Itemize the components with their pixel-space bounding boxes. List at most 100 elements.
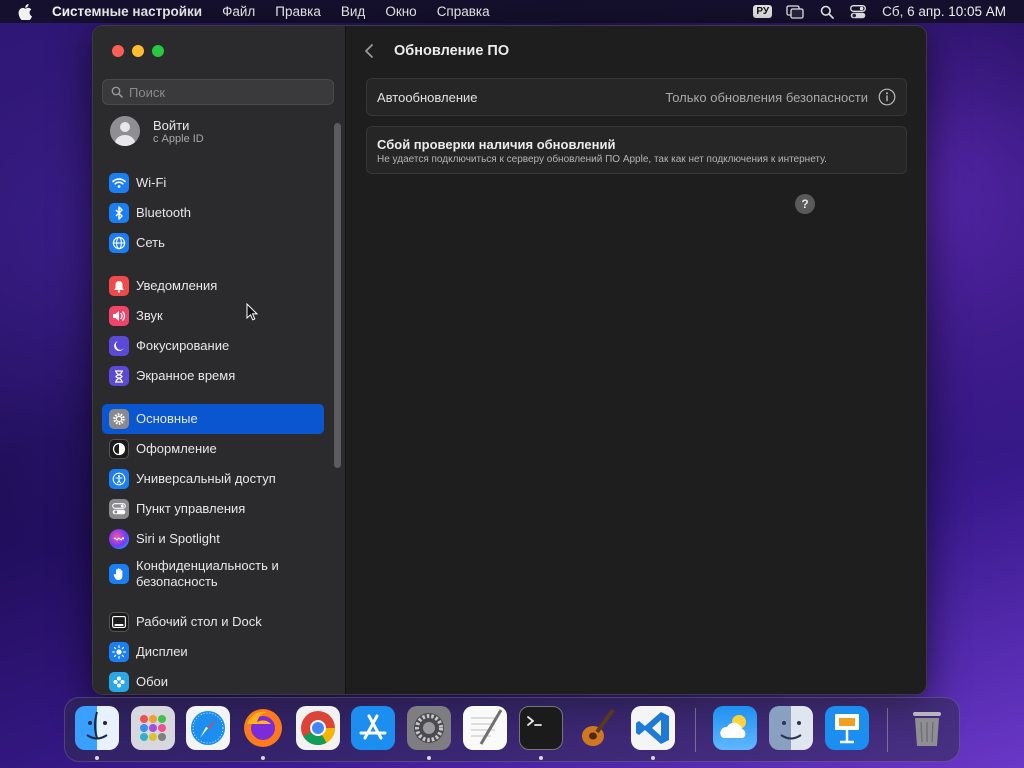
sidebar-item-label: Дисплеи xyxy=(136,644,188,659)
terminal-icon[interactable] xyxy=(519,706,563,750)
search-icon xyxy=(111,86,123,98)
menu-help[interactable]: Справка xyxy=(437,4,490,19)
garageband-icon[interactable] xyxy=(575,706,619,750)
sidebar-item-network[interactable]: Сеть xyxy=(102,228,324,258)
finder-alt-icon[interactable] xyxy=(769,706,813,750)
account-subtitle: с Apple ID xyxy=(153,132,204,145)
avatar xyxy=(110,116,140,146)
minimize-button[interactable] xyxy=(132,45,144,57)
sidebar-item-general[interactable]: Основные xyxy=(102,404,324,434)
back-chevron-icon[interactable] xyxy=(364,42,380,60)
auto-update-row: Автообновление Только обновления безопас… xyxy=(366,78,907,116)
vscode-icon[interactable] xyxy=(631,706,675,750)
sidebar-item-screen-time[interactable]: Экранное время xyxy=(102,361,324,391)
sidebar-item-wallpaper[interactable]: Обои xyxy=(102,667,324,694)
menu-edit[interactable]: Правка xyxy=(275,4,321,19)
sidebar-item-label: Рабочий стол и Dock xyxy=(136,614,262,629)
zoom-button[interactable] xyxy=(152,45,164,57)
sidebar-item-siri-spotlight[interactable]: Siri и Spotlight xyxy=(102,524,324,554)
siri-icon xyxy=(109,529,129,549)
running-indicator xyxy=(539,756,543,760)
help-button[interactable]: ? xyxy=(795,194,815,214)
hourglass-icon xyxy=(109,366,129,386)
sidebar-item-accessibility[interactable]: Универсальный доступ xyxy=(102,464,324,494)
launchpad-icon[interactable] xyxy=(131,706,175,750)
menu-clock[interactable]: Сб, 6 апр. 10:05 AM xyxy=(882,4,1006,19)
running-indicator xyxy=(95,756,99,760)
sidebar-item-label: Обои xyxy=(136,674,169,689)
sidebar-item-label: Основные xyxy=(136,411,198,426)
sidebar-item-label: Пункт управления xyxy=(136,501,246,516)
sidebar-item-label: Оформление xyxy=(136,441,217,456)
menu-window[interactable]: Окно xyxy=(385,4,416,19)
error-message: Не удается подключиться к серверу обновл… xyxy=(377,154,827,165)
keynote-icon[interactable] xyxy=(825,706,869,750)
menu-app-name[interactable]: Системные настройки xyxy=(52,4,202,19)
globe-icon xyxy=(109,233,129,253)
sidebar-item-label: Сеть xyxy=(136,235,165,250)
control-center-icon[interactable] xyxy=(850,4,867,19)
trash-icon[interactable] xyxy=(905,706,949,750)
sidebar-item-control-center[interactable]: Пункт управления xyxy=(102,494,324,524)
input-source-indicator[interactable]: РУ xyxy=(753,5,773,18)
error-title: Сбой проверки наличия обновлений xyxy=(377,137,616,152)
accessibility-icon xyxy=(109,469,129,489)
finder-icon[interactable] xyxy=(75,706,119,750)
sidebar-item-focus[interactable]: Фокусирование xyxy=(102,331,324,361)
screen-mirroring-icon[interactable] xyxy=(786,4,804,19)
speaker-icon xyxy=(109,306,129,326)
menu-view[interactable]: Вид xyxy=(341,4,365,19)
sidebar-item-privacy-security[interactable]: Конфиденциальность и безопасность xyxy=(102,554,324,594)
running-indicator xyxy=(261,756,265,760)
sidebar-item-desktop-dock[interactable]: Рабочий стол и Dock xyxy=(102,607,324,637)
firefox-icon[interactable] xyxy=(241,706,285,750)
appearance-icon xyxy=(109,439,129,459)
mouse-cursor-icon xyxy=(246,303,258,321)
wallpaper-icon xyxy=(109,672,129,692)
safari-icon[interactable] xyxy=(186,706,230,750)
weather-icon[interactable] xyxy=(713,706,757,750)
sidebar-item-bluetooth[interactable]: Bluetooth xyxy=(102,198,324,228)
dock-separator xyxy=(695,708,696,752)
gear-icon xyxy=(109,409,129,429)
sidebar-item-label: Конфиденциальность и безопасность xyxy=(136,558,279,589)
app-store-icon[interactable] xyxy=(351,706,395,750)
page-title: Обновление ПО xyxy=(394,43,510,59)
sun-icon xyxy=(109,642,129,662)
info-icon[interactable] xyxy=(878,88,896,106)
window-controls xyxy=(112,45,164,57)
apple-id-signin[interactable]: Войти с Apple ID xyxy=(102,111,324,151)
textedit-icon[interactable] xyxy=(463,706,507,750)
close-button[interactable] xyxy=(112,45,124,57)
spotlight-search-icon[interactable] xyxy=(820,5,835,19)
system-settings-window: Войти с Apple ID Wi-Fi Bluetooth xyxy=(92,25,927,695)
chrome-icon[interactable] xyxy=(296,706,340,750)
sidebar-item-label: Фокусирование xyxy=(136,338,230,353)
sidebar-item-label: Звук xyxy=(136,308,163,323)
system-settings-icon[interactable] xyxy=(407,706,451,750)
menu-bar: Системные настройки Файл Правка Вид Окно… xyxy=(0,0,1024,23)
moon-icon xyxy=(109,336,129,356)
sidebar-scrollbar[interactable] xyxy=(334,123,341,468)
sidebar-item-label: Уведомления xyxy=(136,278,218,293)
sidebar-list: Войти с Apple ID Wi-Fi Bluetooth Сеть Ув… xyxy=(102,111,324,694)
sidebar-search[interactable] xyxy=(102,79,334,105)
auto-update-label: Автообновление xyxy=(377,90,478,105)
sidebar-item-appearance[interactable]: Оформление xyxy=(102,434,324,464)
account-name: Войти xyxy=(153,117,190,133)
control-center-icon xyxy=(109,499,129,519)
menu-bar-extras: РУ Сб, 6 апр. 10:05 AM xyxy=(753,0,1024,23)
sidebar-item-wifi[interactable]: Wi-Fi xyxy=(102,168,324,198)
dock-icon xyxy=(109,612,129,632)
apple-logo-icon[interactable] xyxy=(18,3,34,20)
sidebar: Войти с Apple ID Wi-Fi Bluetooth xyxy=(93,26,346,694)
sidebar-item-sound[interactable]: Звук xyxy=(102,301,324,331)
menu-file[interactable]: Файл xyxy=(222,4,255,19)
sidebar-item-displays[interactable]: Дисплеи xyxy=(102,637,324,667)
sidebar-item-label: Siri и Spotlight xyxy=(136,531,220,546)
search-input[interactable] xyxy=(127,83,321,101)
sidebar-item-notifications[interactable]: Уведомления xyxy=(102,271,324,301)
bell-icon xyxy=(109,276,129,296)
sidebar-item-label: Универсальный доступ xyxy=(136,471,276,486)
update-error-card: Сбой проверки наличия обновлений Не удае… xyxy=(366,126,907,174)
